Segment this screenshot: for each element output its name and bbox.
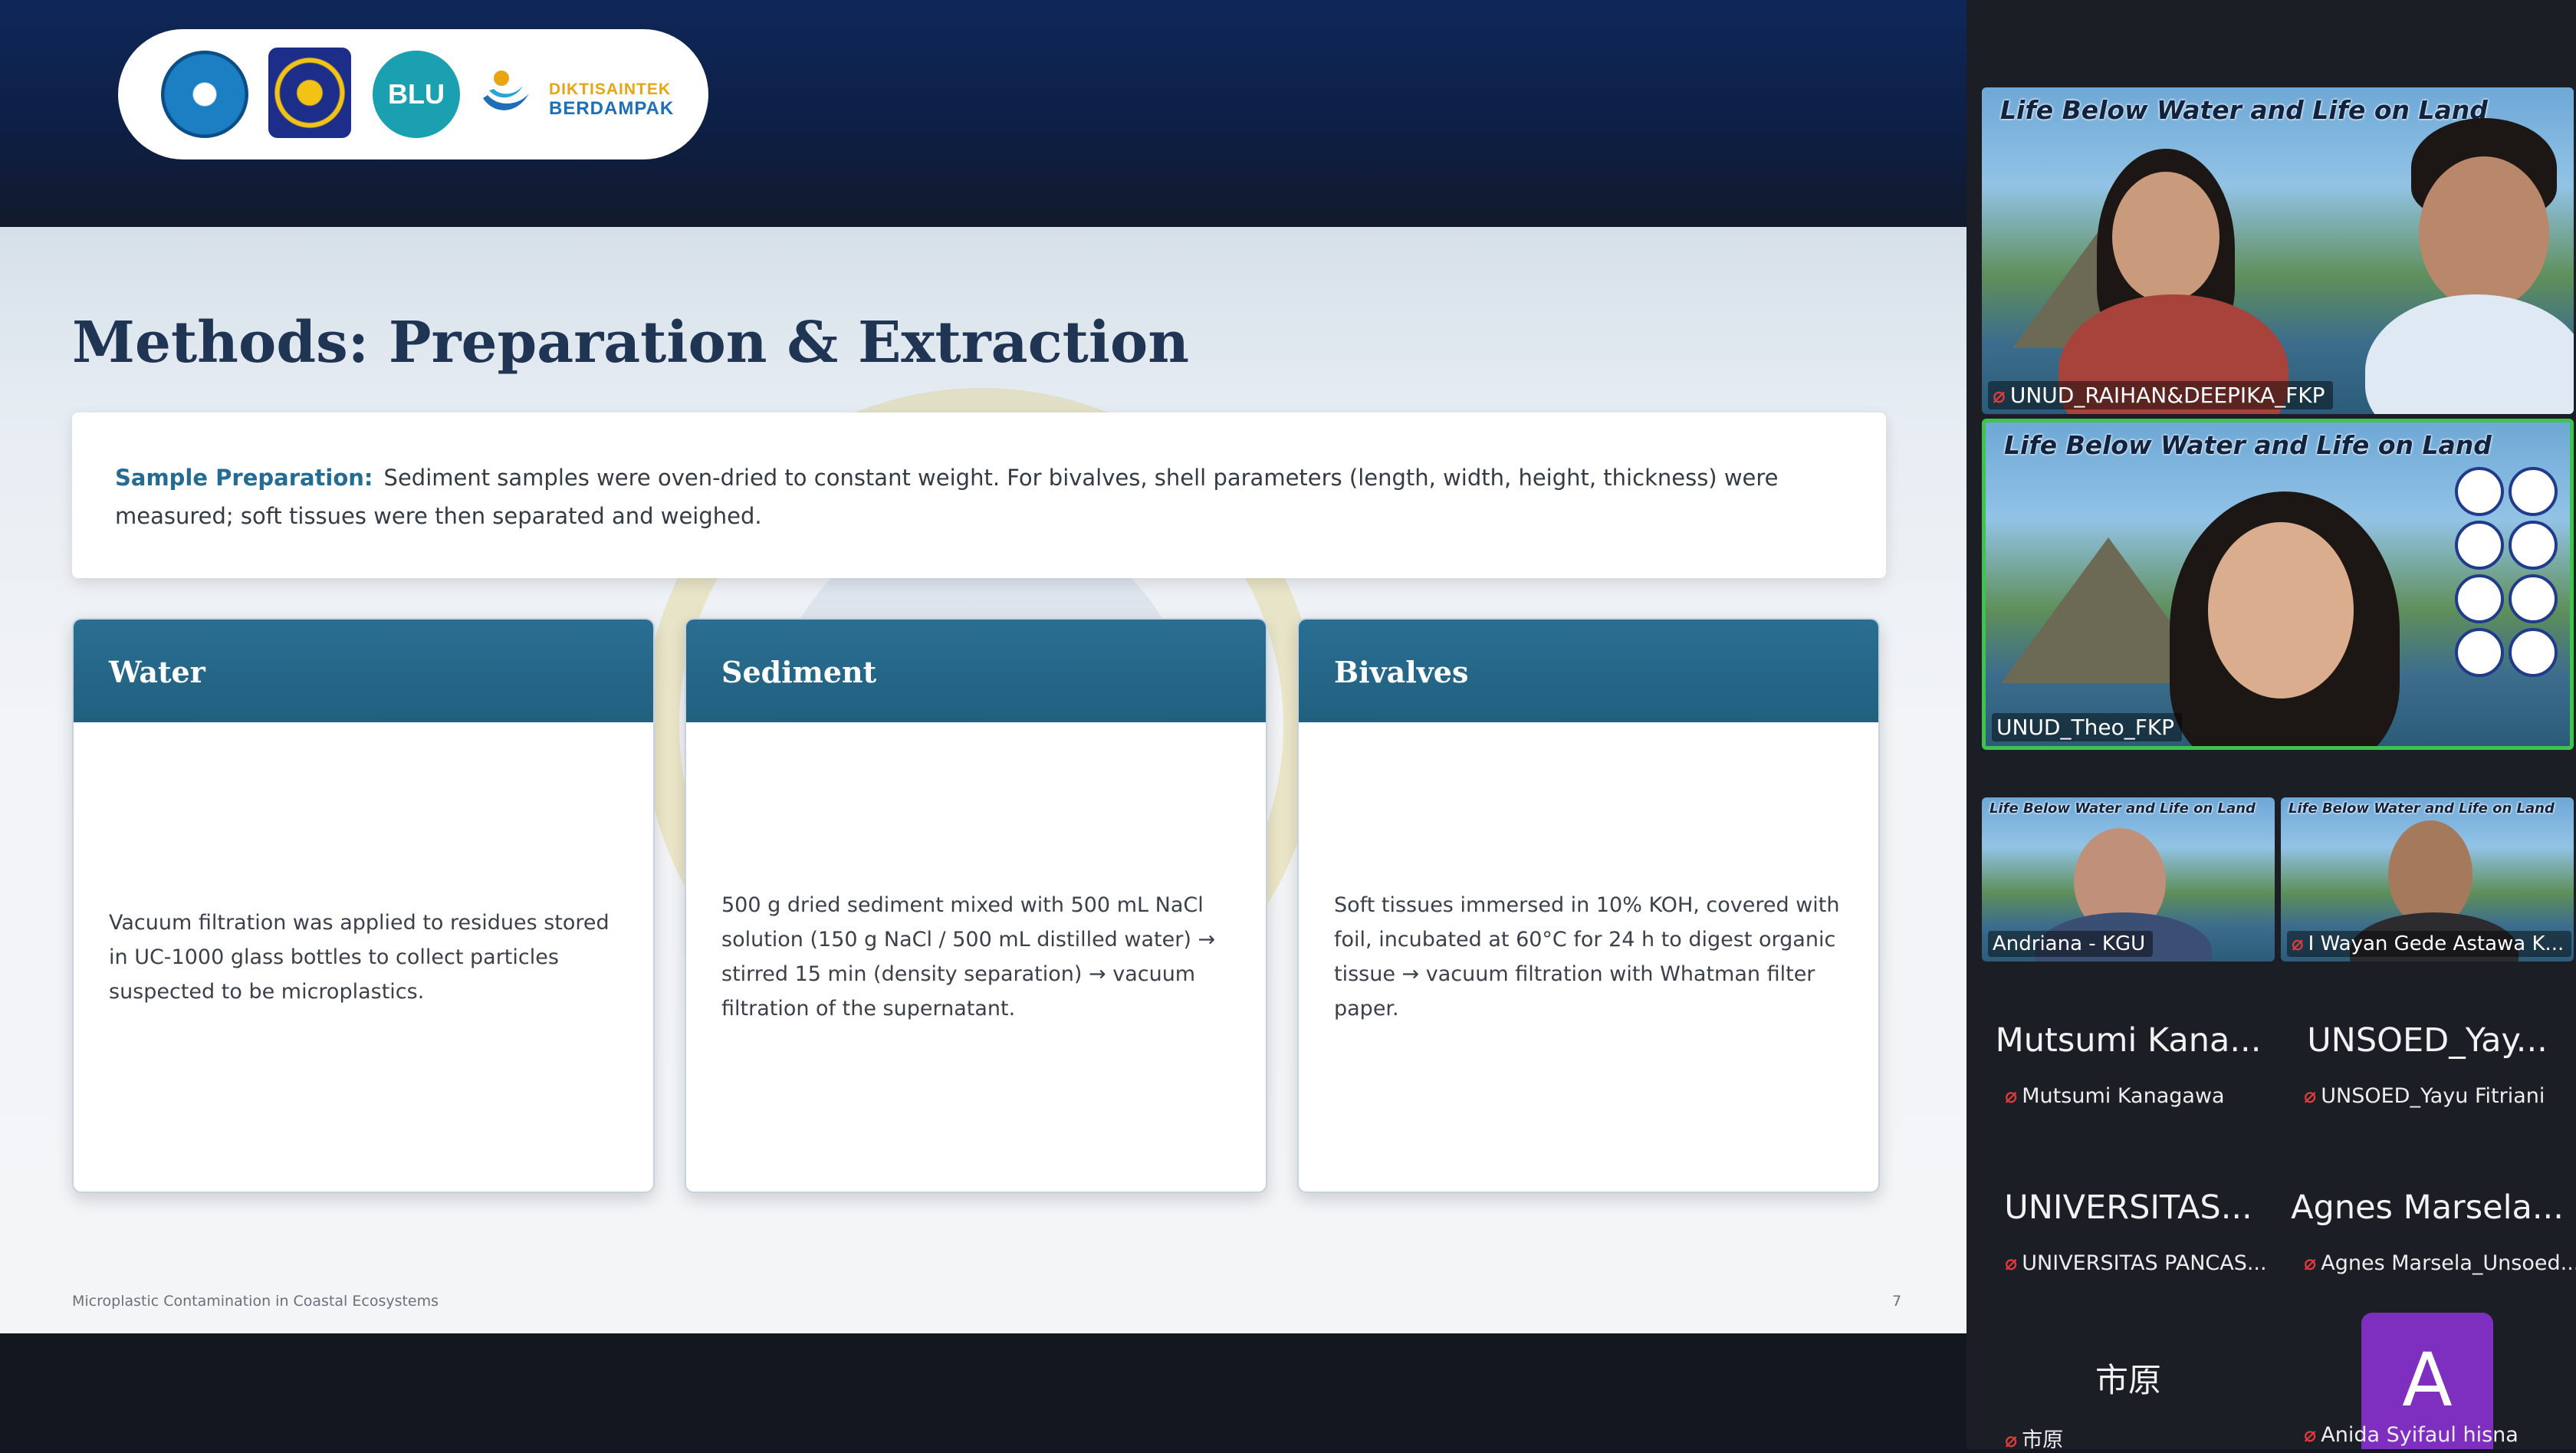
mic-off-icon: ⌀ xyxy=(2304,1084,2317,1108)
bivalves-card-heading: Bivalves xyxy=(1299,620,1878,722)
participant-label-text: UNSOED_Yayu Fitriani xyxy=(2321,1084,2545,1108)
slide-footer: Microplastic Contamination in Coastal Ec… xyxy=(72,1293,439,1310)
participant-label-text: Mutsumi Kanagawa xyxy=(2022,1084,2225,1108)
participant-label-text: 市原 xyxy=(2022,1428,2064,1452)
tile-label: UNUD_Theo_FKP xyxy=(1992,713,2183,741)
participant-label-text: UNIVERSITAS PANCAS... xyxy=(2022,1251,2267,1275)
video-tile[interactable]: Life Below Water and Life on Land ⌀ I Way… xyxy=(2281,797,2574,962)
participant-label: ⌀ UNSOED_Yayu Fitriani xyxy=(2304,1084,2545,1108)
tile-label-text: Andriana - KGU xyxy=(1993,932,2146,955)
poster-title: Life Below Water and Life on Land xyxy=(1990,800,2256,817)
poster-title: Life Below Water and Life on Land xyxy=(2004,430,2492,460)
tut-wuri-handayani-logo xyxy=(161,51,248,138)
participant-name-tile[interactable]: 市原 ⌀ 市原 xyxy=(1982,1333,2275,1452)
slide-title: Methods: Preparation & Extraction xyxy=(72,310,1190,376)
participant-face xyxy=(2419,156,2549,310)
presentation-slide: Methods: Preparation & Extraction Sample… xyxy=(0,227,1967,1333)
bottom-bar xyxy=(0,1333,1967,1449)
tile-label-text: UNUD_Theo_FKP xyxy=(1996,715,2175,740)
video-tile[interactable]: Life Below Water and Life on Land Andria… xyxy=(1982,797,2275,962)
participant-display-name: 市原 xyxy=(2095,1362,2161,1400)
participants-panel: Life Below Water and Life on Land ⌀ UNUD_… xyxy=(1967,0,2576,1452)
badge-icon xyxy=(2455,467,2504,516)
participant-display-name: UNSOED_Yay... xyxy=(2307,1021,2548,1060)
participant-name-tile[interactable]: Agnes Marsela... ⌀ Agnes Marsela_Unsoed..… xyxy=(2281,1165,2576,1319)
sample-preparation-label: Sample Preparation: xyxy=(115,465,373,491)
participant-body xyxy=(2365,294,2574,414)
badge-icon xyxy=(2455,628,2504,677)
participant-name-tile[interactable]: UNSOED_Yay... ⌀ UNSOED_Yayu Fitriani xyxy=(2281,998,2574,1152)
mic-off-icon: ⌀ xyxy=(2304,1423,2317,1447)
mic-off-icon: ⌀ xyxy=(2005,1084,2018,1108)
participant-display-name: UNIVERSITAS... xyxy=(2004,1188,2252,1227)
dikti-line-2: BERDAMPAK xyxy=(549,98,675,119)
badge-icon xyxy=(2509,521,2558,570)
blu-logo-text: BLU xyxy=(388,78,445,110)
mic-off-icon: ⌀ xyxy=(1993,383,2006,408)
poster-title: Life Below Water and Life on Land xyxy=(2288,800,2555,817)
diktisaintek-wordmark: DIKTISAINTEK BERDAMPAK xyxy=(549,80,674,118)
participant-name-tile[interactable]: Mutsumi Kana... ⌀ Mutsumi Kanagawa xyxy=(1982,998,2275,1152)
participant-label: ⌀ 市原 xyxy=(2005,1423,2063,1453)
sediment-card-body: 500 g dried sediment mixed with 500 mL N… xyxy=(721,722,1235,1192)
diktisaintek-logo xyxy=(483,71,529,110)
badge-icon xyxy=(2509,628,2558,677)
blu-logo: BLU xyxy=(373,51,460,138)
water-card-body: Vacuum filtration was applied to residue… xyxy=(109,722,623,1192)
dikti-line-1: DIKTISAINTEK xyxy=(549,81,671,98)
video-tile[interactable]: Life Below Water and Life on Land ⌀ UNUD_… xyxy=(1982,87,2574,414)
bivalves-card: Bivalves Soft tissues immersed in 10% KO… xyxy=(1297,618,1880,1193)
participant-label: ⌀ UNIVERSITAS PANCAS... xyxy=(2005,1251,2267,1275)
participant-label: ⌀ Mutsumi Kanagawa xyxy=(2005,1084,2225,1108)
tile-label: ⌀ UNUD_RAIHAN&DEEPIKA_FKP xyxy=(1988,381,2333,409)
participant-name-tile[interactable]: UNIVERSITAS... ⌀ UNIVERSITAS PANCAS... xyxy=(1982,1165,2275,1319)
universitas-udayana-logo xyxy=(268,48,351,138)
tile-label-text: UNUD_RAIHAN&DEEPIKA_FKP xyxy=(2009,383,2325,408)
water-card-heading: Water xyxy=(74,620,653,722)
slide-page-number: 7 xyxy=(1892,1293,1902,1310)
bivalves-card-body: Soft tissues immersed in 10% KOH, covere… xyxy=(1334,722,1848,1192)
mic-off-icon: ⌀ xyxy=(2005,1428,2018,1452)
mic-off-icon: ⌀ xyxy=(2005,1251,2018,1275)
university-badges xyxy=(2455,467,2562,677)
participant-name-tile[interactable]: ⌀ Anida Syifaul hisna xyxy=(2281,1333,2574,1449)
tile-label: ⌀ I Wayan Gede Astawa K... xyxy=(2287,931,2572,957)
water-card: Water Vacuum filtration was applied to r… xyxy=(72,618,655,1193)
participant-face xyxy=(2208,522,2354,699)
water-card-text: Vacuum filtration was applied to residue… xyxy=(109,910,610,1004)
participant-face xyxy=(2112,172,2220,302)
poster-title: Life Below Water and Life on Land xyxy=(2000,95,2488,125)
participant-label: ⌀ Agnes Marsela_Unsoed... xyxy=(2304,1251,2576,1275)
logo-strip: BLU DIKTISAINTEK BERDAMPAK xyxy=(118,29,708,159)
sample-preparation-box: Sample Preparation: Sediment samples were… xyxy=(72,413,1886,578)
badge-icon xyxy=(2509,467,2558,516)
sediment-card-heading: Sediment xyxy=(686,620,1266,722)
badge-icon xyxy=(2455,574,2504,623)
participant-label-text: Agnes Marsela_Unsoed... xyxy=(2321,1251,2576,1275)
tile-label-text: I Wayan Gede Astawa K... xyxy=(2308,932,2564,955)
participant-display-name: Mutsumi Kana... xyxy=(1995,1021,2262,1060)
video-tile-active-speaker[interactable]: Life Below Water and Life on Land UNUD_T… xyxy=(1982,419,2574,750)
mic-off-icon: ⌀ xyxy=(2304,1251,2317,1275)
participant-label-text: Anida Syifaul hisna xyxy=(2321,1423,2518,1447)
badge-icon xyxy=(2455,521,2504,570)
sediment-card-text: 500 g dried sediment mixed with 500 mL N… xyxy=(721,893,1216,1021)
participant-display-name: Agnes Marsela... xyxy=(2291,1188,2564,1227)
participant-face xyxy=(2388,820,2472,928)
bivalves-card-text: Soft tissues immersed in 10% KOH, covere… xyxy=(1334,893,1840,1021)
mic-off-icon: ⌀ xyxy=(2292,932,2304,955)
sediment-card: Sediment 500 g dried sediment mixed with… xyxy=(685,618,1267,1193)
tile-label: Andriana - KGU xyxy=(1988,931,2154,957)
badge-icon xyxy=(2509,574,2558,623)
participant-label: ⌀ Anida Syifaul hisna xyxy=(2304,1423,2518,1447)
top-banner: BLU DIKTISAINTEK BERDAMPAK xyxy=(0,0,1967,227)
